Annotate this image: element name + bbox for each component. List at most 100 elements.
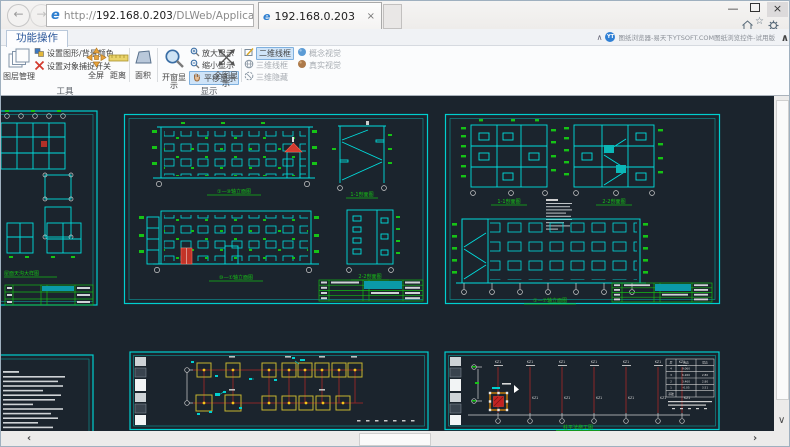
section1-title: 1-1剖面图: [497, 198, 520, 205]
fullscreen-button[interactable]: 全屏: [85, 47, 107, 80]
svg-text:层高: 层高: [702, 360, 708, 364]
hidden-3d-button[interactable]: 三维隐藏: [244, 71, 288, 83]
close-button[interactable]: ×: [767, 2, 788, 17]
favorites-star-icon[interactable]: ☆: [755, 16, 767, 28]
kz-labels-mid: KZ1KZ1KZ1KZ1KZ1KZ1: [532, 396, 690, 400]
fit-arrows-icon: [216, 53, 237, 72]
stair-strip: [450, 357, 461, 425]
wireframe-2d-button[interactable]: 二维线框: [244, 47, 294, 59]
svg-text:-0.05: -0.05: [682, 386, 689, 390]
svg-text:4: 4: [670, 367, 672, 371]
address-bar[interactable]: e http://192.168.0.203/DLWeb/Application…: [46, 4, 254, 27]
ruler-icon: [108, 53, 129, 72]
maximize-button[interactable]: [745, 2, 765, 17]
horizontal-scroll-thumb[interactable]: [359, 433, 431, 446]
elev2-title: ⑩—①轴立面图: [219, 274, 253, 281]
fit-view-button[interactable]: 全图显示: [211, 47, 241, 88]
sheet-elevations: ①—⑩轴立面图 1-1剖面图: [123, 113, 429, 305]
browser-tab[interactable]: e 192.168.0.203 ×: [258, 2, 382, 29]
columns-title: 柱平法施工图: [563, 424, 593, 431]
ribbon: 功能操作 ∧ YT 图纸浏览器-易天下YTSOFT.COM图纸浏览控件-试用版 …: [1, 29, 790, 96]
scroll-right-icon[interactable]: ›: [753, 434, 757, 444]
layer-manager-label: 图层管理: [3, 73, 35, 81]
svg-text:标高: 标高: [683, 360, 689, 364]
svg-text:基础: 基础: [668, 392, 674, 396]
layers-icon: [7, 54, 31, 73]
scroll-left-icon[interactable]: ‹: [27, 434, 31, 444]
wireframe-2d-icon: [244, 47, 254, 59]
realistic-sphere-icon: [297, 59, 307, 71]
wireframe-3d-button[interactable]: 三维线框: [244, 59, 288, 71]
distance-button[interactable]: 距离: [107, 47, 129, 80]
svg-text:KZ1: KZ1: [495, 360, 501, 364]
svg-text:2.80: 2.80: [702, 373, 708, 377]
vertical-scroll-thumb[interactable]: [776, 100, 789, 400]
svg-text:KZ1: KZ1: [684, 396, 690, 400]
svg-text:KZ1: KZ1: [564, 396, 570, 400]
ribbon-separator: [129, 48, 130, 82]
svg-text:3.51: 3.51: [702, 386, 708, 390]
realistic-style-button[interactable]: 真实视觉: [297, 59, 341, 71]
trial-chevron-icon: ∧: [597, 33, 603, 42]
magnifier-icon: [163, 55, 186, 74]
ribbon-collapse-icon[interactable]: ∧: [781, 33, 789, 44]
browser-window: ← → e http://192.168.0.203/DLWeb/Applica…: [0, 0, 790, 447]
svg-text:KZ1: KZ1: [591, 360, 597, 364]
minimize-button[interactable]: —: [723, 2, 743, 17]
settings-gear-icon[interactable]: [768, 16, 780, 28]
tab-favicon: e: [263, 10, 270, 23]
concept-style-button[interactable]: 概念视觉: [297, 47, 341, 59]
browser-chrome: ← → e http://192.168.0.203/DLWeb/Applica…: [1, 1, 790, 29]
sheet-detail-partial: 屋面天沟大样图: [1, 109, 103, 309]
svg-text:KZ1: KZ1: [559, 360, 565, 364]
fullscreen-arrows-icon: [86, 53, 107, 72]
hidden-3d-label: 三维隐藏: [256, 72, 288, 83]
svg-text:KZ1: KZ1: [623, 360, 629, 364]
scroll-down-icon[interactable]: ∨: [778, 416, 785, 426]
elev1-title: ①—⑩轴立面图: [217, 188, 251, 195]
selected-column[interactable]: [489, 383, 519, 411]
tab-close-icon[interactable]: ×: [367, 11, 375, 22]
svg-text:KZ1: KZ1: [655, 360, 661, 364]
sheet-foundation: [129, 351, 430, 431]
sheet-columns: KZ1KZ1KZ1KZ1KZ1KZ1KZ1 KZ1KZ1KZ1KZ1KZ1KZ1: [444, 351, 721, 431]
back-button[interactable]: ←: [7, 4, 30, 27]
url-domain: 192.168.0.203: [96, 10, 173, 22]
storey-table: 层标高层高 49.060 36.2602.80 23.4602.80 1-0.0…: [666, 359, 714, 409]
home-icon[interactable]: [742, 16, 754, 28]
zoom-out-icon: [190, 59, 200, 71]
horizontal-scrollbar[interactable]: ‹ ›: [1, 431, 774, 447]
yt-logo: YT: [605, 32, 615, 42]
ie-page-icon: e: [51, 8, 60, 23]
svg-text:KZ1: KZ1: [660, 396, 666, 400]
elev3-title: ①—⑦轴立面图: [533, 297, 567, 304]
fullscreen-label: 全屏: [85, 72, 107, 80]
url-scheme: http://: [64, 10, 96, 22]
svg-text:3.460: 3.460: [682, 379, 690, 383]
cyan-annotations: [191, 357, 305, 415]
svg-text:9.060: 9.060: [682, 367, 690, 371]
layer-manager-button[interactable]: 图层管理: [3, 47, 35, 81]
url-path: /DLWeb/Application/YTDe: [173, 10, 254, 22]
snap-toggle-icon: [34, 60, 45, 73]
concept-sphere-icon: [297, 47, 307, 59]
scrollbar-corner: [774, 431, 790, 447]
cursor-arrow: [514, 385, 519, 393]
pan-hand-icon: [192, 72, 202, 84]
kz-labels-top: KZ1KZ1KZ1KZ1KZ1KZ1KZ1: [495, 360, 685, 364]
zoom-in-icon: [190, 47, 200, 59]
svg-text:1: 1: [670, 386, 672, 390]
svg-text:KZ1: KZ1: [532, 396, 538, 400]
ribbon-body: 图层管理 设置图形/背景颜色 设置对象捕捉开关 全屏 距离 面积: [1, 46, 790, 85]
ribbon-tab-function[interactable]: 功能操作: [6, 30, 68, 47]
svg-text:2: 2: [670, 379, 672, 383]
cad-viewport[interactable]: 屋面天沟大样图 ①—⑩轴立面图: [1, 96, 774, 431]
notes-lines: [3, 371, 65, 428]
vertical-scrollbar[interactable]: ∨: [774, 96, 790, 431]
ribbon-tab-strip: 功能操作 ∧ YT 图纸浏览器-易天下YTSOFT.COM图纸浏览控件-试用版 …: [1, 29, 790, 46]
area-button[interactable]: 面积: [131, 47, 155, 80]
window-zoom-button[interactable]: 开窗显示: [159, 47, 189, 90]
new-tab-button[interactable]: [383, 4, 402, 29]
wireframe-3d-icon: [244, 59, 254, 71]
distance-label: 距离: [107, 72, 129, 80]
